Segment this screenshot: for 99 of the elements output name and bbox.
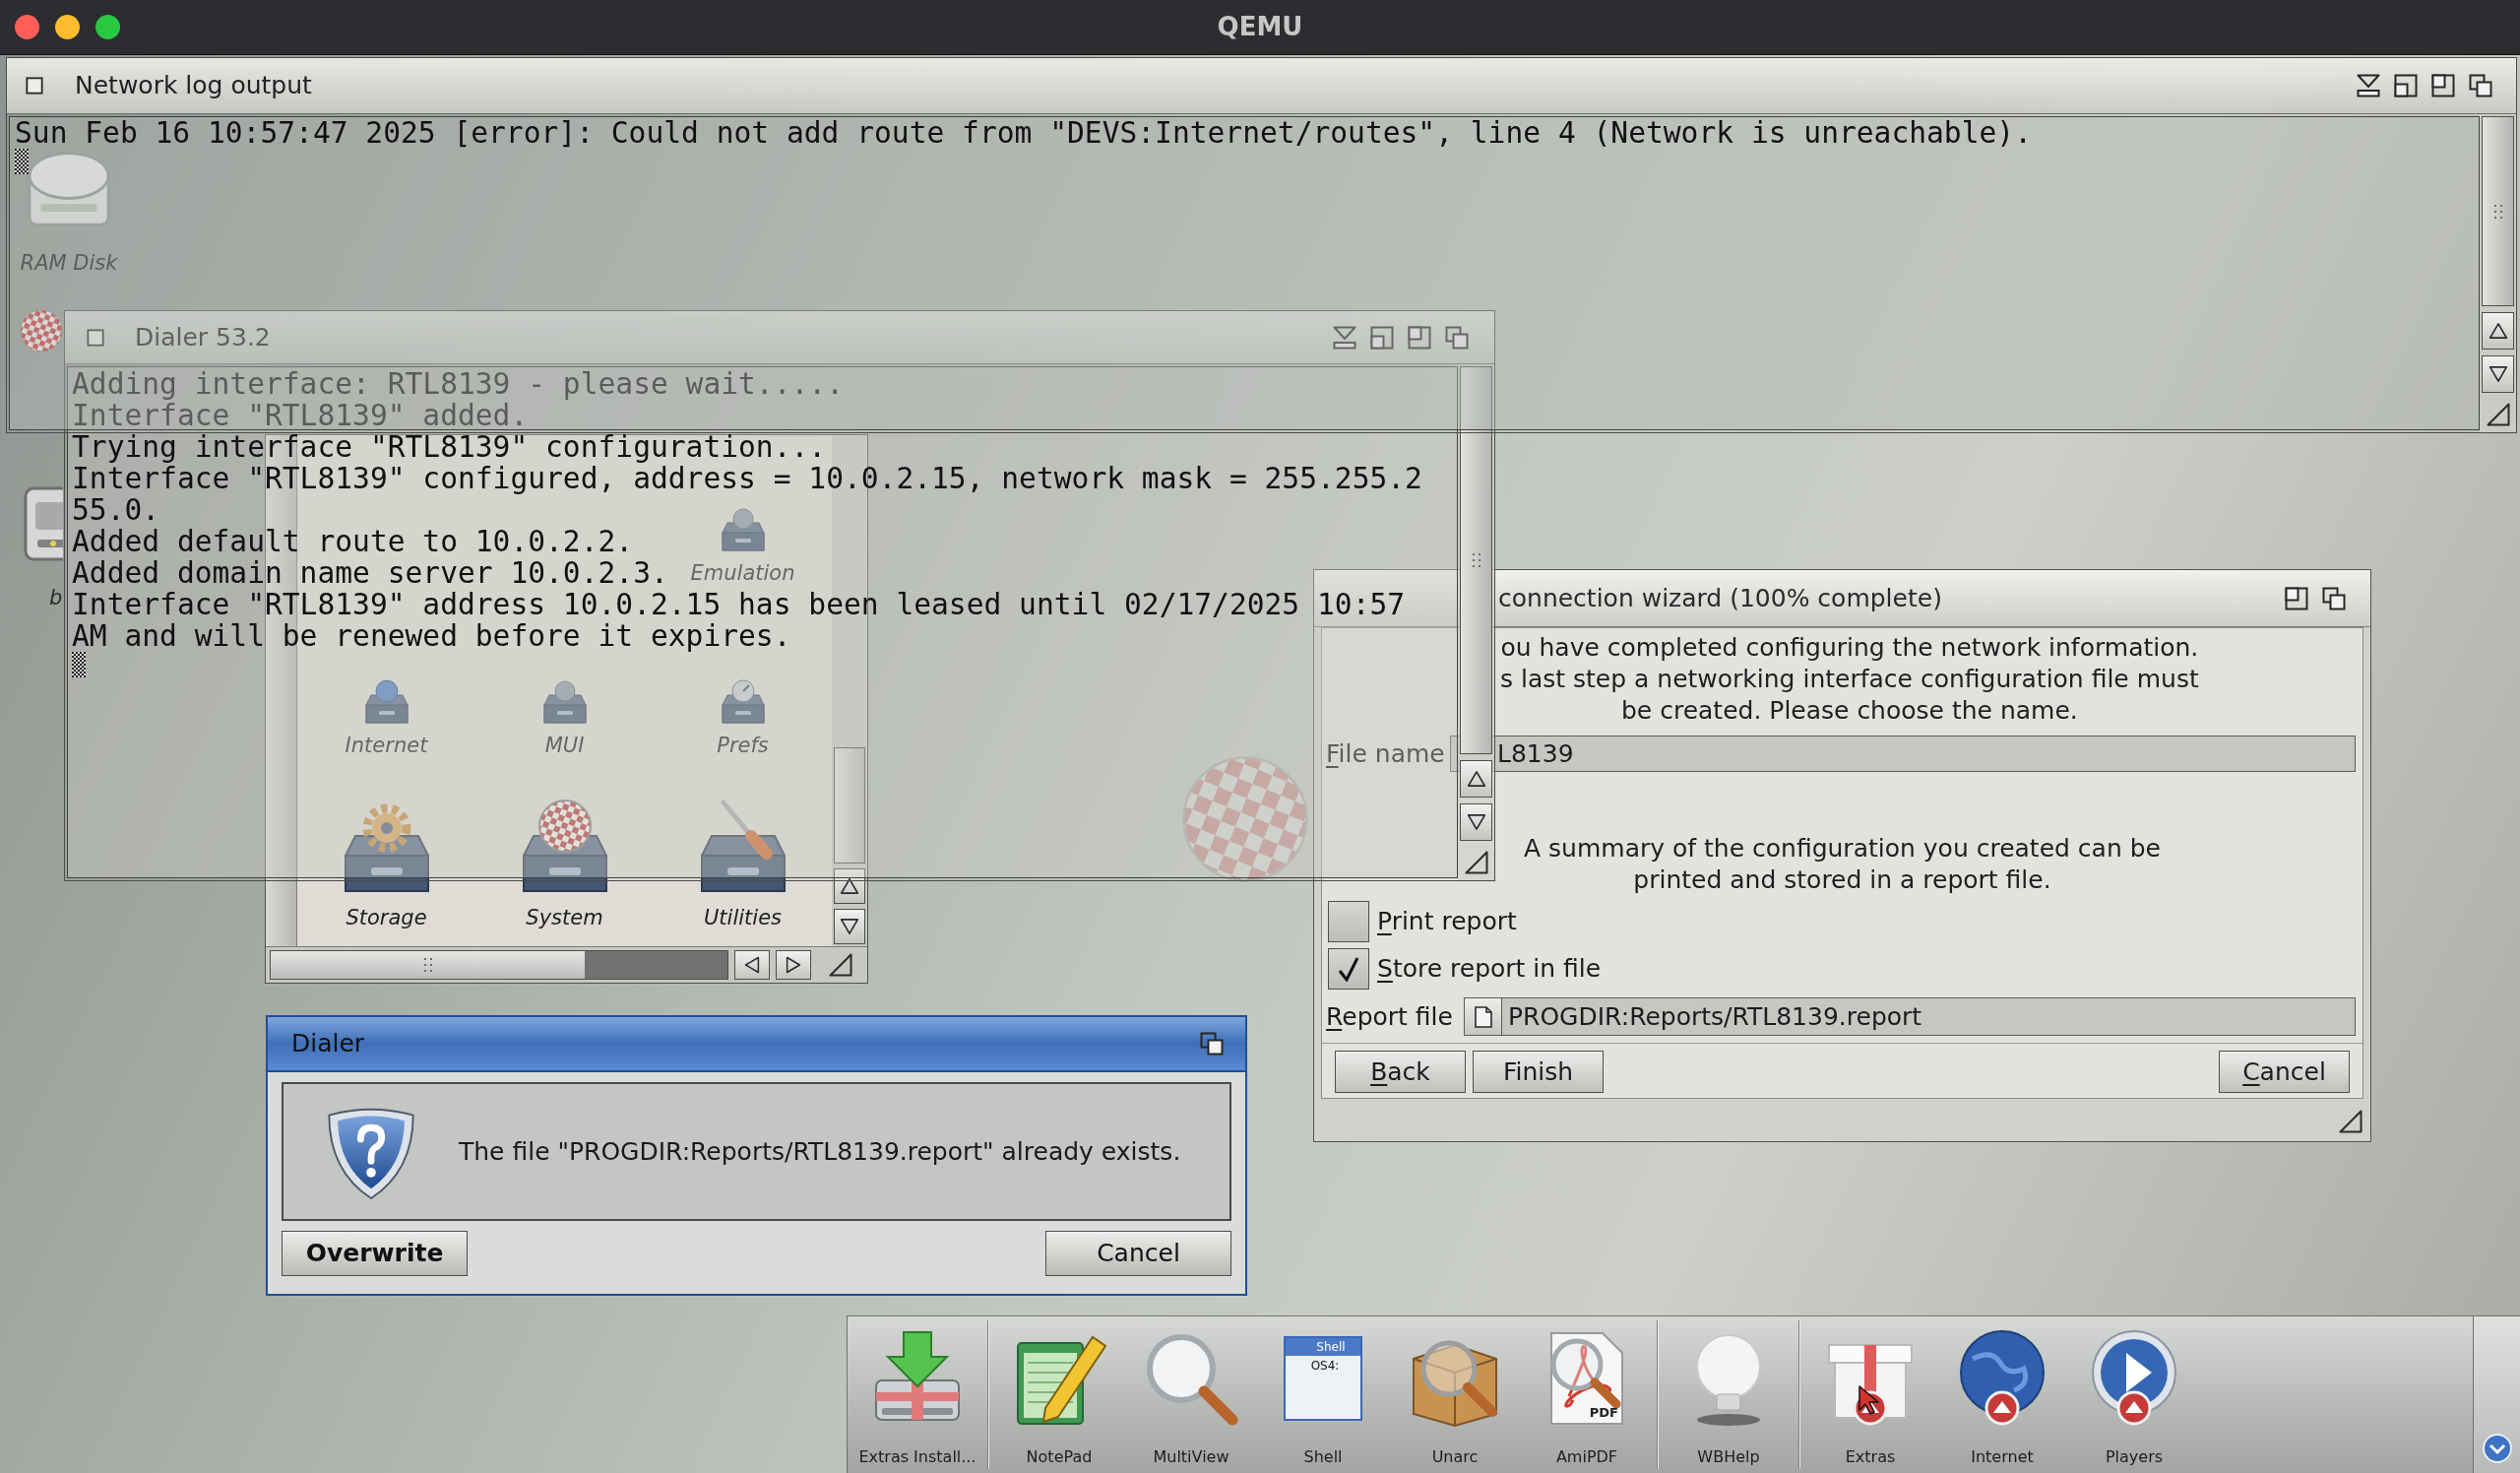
grip-dots-icon — [2493, 204, 2502, 219]
fullscreen-icon[interactable] — [95, 15, 120, 39]
text-cursor-icon — [15, 149, 29, 174]
grip-dots-icon — [1472, 553, 1480, 567]
log-line: Interface "RTL8139" configured, address = 10.0.2.15, network mask = 255.255.2 — [72, 463, 1422, 494]
instruction-text: ou have completed configuring the network information. s last step a networking interface configuration file must be created. Please choose the name. — [1500, 632, 2199, 727]
summary-text: A summary of the configuration you created can be printed and stored in a report file. — [1524, 833, 2161, 896]
scroll-down-button[interactable] — [2482, 355, 2514, 393]
scroll-thumb[interactable] — [2482, 116, 2514, 306]
dock-item[interactable]: Internet — [1936, 1316, 2068, 1473]
up-triangle-icon — [1466, 770, 1486, 788]
resize-grip-icon[interactable] — [2339, 1110, 2362, 1133]
resize-grip-icon[interactable] — [828, 953, 852, 977]
scroll-left-button[interactable] — [734, 950, 770, 980]
log-line: Added domain name server 10.0.2.3. — [72, 557, 668, 589]
dock-item[interactable]: Players — [2068, 1316, 2200, 1473]
mouse-pointer-icon — [1858, 1384, 1881, 1416]
resize-grip-icon[interactable] — [1464, 851, 1488, 874]
icon-badge-text: PDF — [1589, 1406, 1618, 1420]
dock-item[interactable]: Extras — [1804, 1316, 1936, 1473]
finish-button[interactable]: Finish — [1473, 1051, 1604, 1093]
down-triangle-icon — [840, 918, 859, 935]
checkbox-label: Print report — [1377, 906, 1517, 938]
dock-item[interactable]: Unarc — [1389, 1316, 1521, 1473]
checkbox[interactable] — [1328, 901, 1369, 942]
grip-dots-icon — [423, 958, 432, 972]
cancel-button[interactable]: Cancel — [2219, 1051, 2350, 1093]
depth-arrange-icon[interactable] — [2469, 74, 2492, 97]
log-line: AM and will be renewed before it expires. — [72, 620, 791, 652]
icon-label: b — [49, 585, 63, 610]
report-file-field[interactable]: PROGDIR:Reports/RTL8139.report — [1502, 997, 2356, 1036]
scroll-up-button[interactable] — [834, 868, 865, 904]
scroll-down-button[interactable] — [834, 909, 865, 944]
log-line: Interface "RTL8139" address 10.0.2.15 has been leased until 02/17/2025 10:57 — [72, 589, 1406, 620]
field-label: Report file — [1326, 1000, 1454, 1033]
maximize-window-icon[interactable] — [2431, 74, 2455, 97]
checkbox-label: Store report in file — [1377, 953, 1602, 986]
icon-label: Prefs — [717, 733, 769, 758]
window-title: QEMU — [1217, 11, 1303, 43]
icon-label: RAM Disk — [20, 250, 118, 276]
icon-title-bar: Shell — [1286, 1338, 1360, 1356]
document-icon — [1474, 1005, 1492, 1028]
scroll-down-button[interactable] — [1460, 803, 1492, 841]
right-triangle-icon — [784, 956, 803, 974]
log-line: 55.0. — [72, 494, 160, 526]
icon-label: System — [526, 905, 603, 930]
icon-prompt: OS4: — [1309, 1358, 1341, 1374]
log-line: Adding interface: RTL8139 - please wait..... — [72, 368, 844, 400]
depth-arrange-icon[interactable] — [2322, 586, 2346, 610]
cancel-button[interactable]: Cancel — [1045, 1231, 1231, 1276]
scroll-thumb[interactable] — [834, 747, 865, 864]
file-picker-button[interactable] — [1464, 997, 1502, 1036]
scroll-thumb[interactable] — [271, 951, 585, 979]
window-title: connection wizard (100% complete) — [1498, 582, 1942, 614]
back-button[interactable]: Back — [1335, 1051, 1466, 1093]
dock-item[interactable]: NotePad — [993, 1316, 1125, 1473]
chevron-down-icon[interactable] — [2482, 1434, 2512, 1463]
dock-item[interactable]: Extras Install... — [851, 1316, 983, 1473]
icon-label: Emulation — [690, 560, 795, 586]
log-line: Added default route to 10.0.2.2. — [72, 526, 634, 557]
checkmark-icon — [1338, 956, 1359, 982]
shrink-window-icon[interactable] — [2394, 74, 2418, 97]
down-triangle-icon — [2488, 365, 2508, 383]
depth-arrange-icon[interactable] — [1200, 1032, 1224, 1056]
dock-item[interactable]: Shell OS4: Shell — [1257, 1316, 1389, 1473]
checkbox[interactable] — [1328, 948, 1369, 990]
icon-label: Storage — [346, 905, 427, 930]
window-title: Network log output — [75, 70, 312, 102]
window-title: Dialer — [291, 1028, 365, 1060]
file-name-field[interactable]: L8139 — [1450, 736, 2356, 772]
left-triangle-icon — [742, 956, 762, 974]
scroll-thumb[interactable] — [1460, 366, 1492, 754]
checkered-ball-icon — [20, 309, 63, 352]
overwrite-button[interactable]: Overwrite — [282, 1231, 468, 1276]
icon-label: MUI — [544, 733, 585, 758]
up-triangle-icon — [840, 877, 859, 895]
scrollbar-track[interactable] — [270, 950, 728, 980]
dialog-message: The file "PROGDIR:Reports/RTL8139.report" already exists. — [459, 1135, 1181, 1168]
window-title: Dialer 53.2 — [135, 321, 271, 353]
down-triangle-icon — [1466, 813, 1486, 831]
scroll-up-button[interactable] — [1460, 760, 1492, 798]
text-cursor-icon — [72, 652, 86, 677]
icon-label: Internet — [345, 733, 428, 758]
icon-label: Utilities — [703, 905, 782, 930]
maximize-window-icon[interactable] — [2285, 586, 2308, 610]
log-line: Sun Feb 16 10:57:47 2025 [error]: Could not add route from "DEVS:Internet/routes", line 4 (Network is unreachable). — [15, 117, 2032, 149]
close-icon[interactable] — [26, 77, 43, 95]
dock-item[interactable]: WBHelp — [1663, 1316, 1795, 1473]
log-line: Interface "RTL8139" added. — [72, 400, 529, 431]
up-triangle-icon — [2488, 322, 2508, 340]
scroll-up-button[interactable] — [2482, 312, 2514, 350]
field-label: File name — [1326, 737, 1446, 770]
minimize-icon[interactable] — [55, 15, 80, 39]
scroll-right-button[interactable] — [776, 950, 811, 980]
resize-grip-icon[interactable] — [2486, 403, 2510, 426]
log-line: Trying interface "RTL8139" configuration... — [72, 431, 827, 463]
iconify-icon[interactable] — [2357, 74, 2380, 97]
dock-item[interactable]: MultiView — [1125, 1316, 1257, 1473]
dock-item[interactable]: PDF AmiPDF — [1521, 1316, 1653, 1473]
